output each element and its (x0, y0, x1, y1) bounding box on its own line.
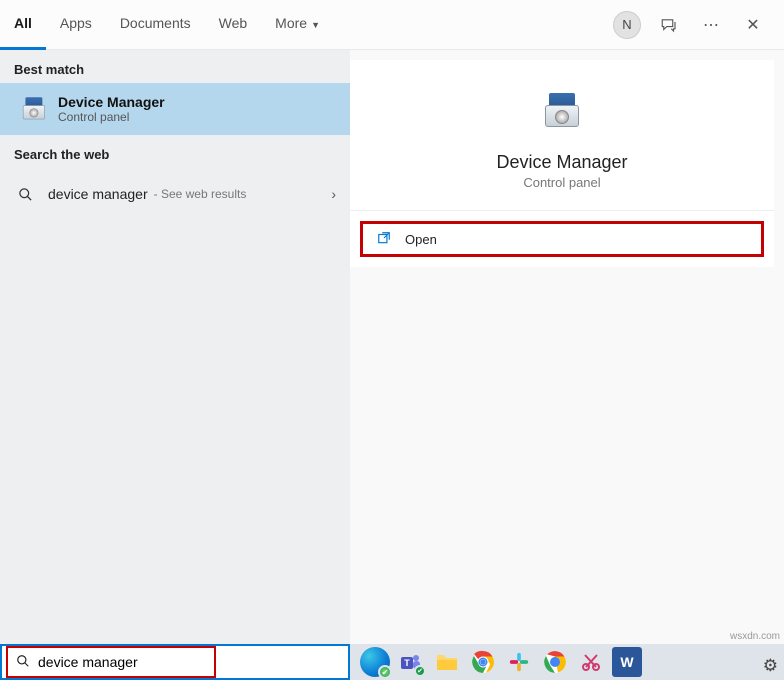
device-manager-icon (14, 93, 46, 125)
actions-list: Open (350, 211, 774, 267)
tab-apps[interactable]: Apps (46, 0, 106, 50)
chevron-right-icon: › (331, 186, 336, 202)
settings-icon[interactable]: ⚙ (763, 656, 778, 676)
taskbar-apps: ✔ T✔ W (350, 647, 784, 677)
snip-tool-icon[interactable] (576, 647, 606, 677)
preview-app-icon (535, 84, 589, 138)
open-label: Open (405, 232, 437, 247)
close-icon: ✕ (746, 15, 759, 35)
preview-title: Device Manager (496, 152, 627, 173)
ellipsis-icon: ⋯ (703, 15, 719, 35)
taskbar-search[interactable] (0, 644, 350, 680)
result-texts: Device Manager Control panel (58, 94, 336, 124)
tab-documents[interactable]: Documents (106, 0, 205, 50)
search-icon (8, 654, 38, 671)
feedback-icon (660, 16, 678, 34)
file-explorer-icon[interactable] (432, 647, 462, 677)
web-query-text: device manager (48, 186, 148, 202)
close-button[interactable]: ✕ (736, 8, 770, 42)
open-icon (377, 231, 391, 248)
avatar-initial: N (613, 11, 641, 39)
tab-all[interactable]: All (0, 0, 46, 50)
chrome-icon[interactable] (468, 647, 498, 677)
main-content: Best match Device Manager Control panel … (0, 50, 784, 644)
search-web-label: Search the web (0, 135, 350, 168)
preview-panel: Device Manager Control panel Open (350, 50, 784, 644)
tab-more-label: More (275, 15, 307, 31)
watermark: wsxdn.com (730, 631, 780, 642)
taskbar: ✔ T✔ W ⚙ (0, 644, 784, 680)
chevron-down-icon: ▼ (311, 20, 320, 30)
web-search-result[interactable]: device manager - See web results › (0, 168, 350, 220)
svg-text:T: T (404, 658, 410, 668)
search-input[interactable] (38, 649, 219, 675)
user-avatar[interactable]: N (610, 8, 644, 42)
web-hint-text: - See web results (154, 187, 247, 201)
chrome-canary-icon[interactable] (540, 647, 570, 677)
word-icon[interactable]: W (612, 647, 642, 677)
slack-icon[interactable] (504, 647, 534, 677)
search-icon (14, 178, 36, 210)
best-match-result[interactable]: Device Manager Control panel (0, 83, 350, 135)
edge-icon[interactable]: ✔ (360, 647, 390, 677)
results-panel: Best match Device Manager Control panel … (0, 50, 350, 644)
tab-web[interactable]: Web (205, 0, 262, 50)
best-match-label: Best match (0, 50, 350, 83)
filter-tabs: All Apps Documents Web More ▼ N ⋯ ✕ (0, 0, 784, 50)
options-button[interactable]: ⋯ (694, 8, 728, 42)
result-title: Device Manager (58, 94, 336, 110)
tab-more[interactable]: More ▼ (261, 0, 334, 50)
open-action[interactable]: Open (360, 221, 764, 257)
preview-subtitle: Control panel (523, 175, 600, 190)
preview-card: Device Manager Control panel (350, 60, 774, 211)
teams-icon[interactable]: T✔ (396, 647, 426, 677)
result-subtitle: Control panel (58, 110, 336, 124)
feedback-button[interactable] (652, 8, 686, 42)
